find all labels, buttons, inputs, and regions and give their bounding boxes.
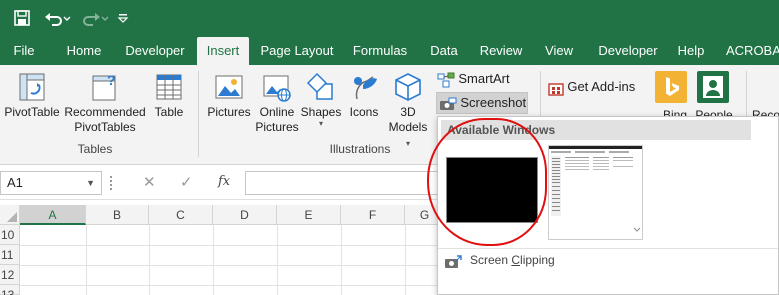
name-box-value: A1 xyxy=(7,175,23,190)
table-button[interactable]: Table xyxy=(148,71,190,120)
screen-clipping-option[interactable]: Screen Clipping xyxy=(438,248,778,274)
smartart-icon xyxy=(437,72,455,88)
row-header-10[interactable]: 10 xyxy=(0,225,20,245)
group-separator xyxy=(198,71,199,157)
recommended-pivottables-icon: ? xyxy=(92,72,116,101)
recommended-line1: Recommended xyxy=(64,105,146,119)
tab-help[interactable]: Help xyxy=(674,37,708,65)
insert-function-icon[interactable]: fx xyxy=(218,174,230,189)
row-header-12[interactable]: 12 xyxy=(0,265,20,285)
name-box-dropdown-icon[interactable]: ▼ xyxy=(86,172,95,194)
icons-label: Icons xyxy=(349,105,379,119)
column-header-d[interactable]: D xyxy=(213,205,277,225)
pictures-button[interactable]: Pictures xyxy=(204,71,254,120)
shapes-label: Shapes xyxy=(300,105,342,119)
pivottable-button[interactable]: PivotTable xyxy=(2,71,62,120)
redo-icon xyxy=(80,8,110,28)
get-addins-label: Get Add-ins xyxy=(567,79,636,94)
tab-view[interactable]: View xyxy=(540,37,578,65)
tab-acrobat[interactable]: ACROBAT xyxy=(726,37,779,65)
row-header-11[interactable]: 11 xyxy=(0,245,20,265)
tab-insert[interactable]: Insert xyxy=(197,37,249,65)
shapes-dropdown-icon: ▾ xyxy=(318,119,323,128)
3d-cube-icon xyxy=(395,73,421,101)
screenshot-dropdown-menu: Available Windows Screen Clipping xyxy=(437,116,779,295)
formula-bar-grip[interactable] xyxy=(110,176,114,190)
quick-access-toolbar xyxy=(0,0,779,37)
shapes-icon xyxy=(306,72,333,100)
online-pictures-icon xyxy=(263,75,291,102)
grid-line xyxy=(86,225,87,295)
tab-data[interactable]: Data xyxy=(425,37,463,65)
shapes-button[interactable]: Shapes ▾ xyxy=(300,71,342,128)
window-thumbnail-1[interactable] xyxy=(446,157,538,223)
pivottable-icon xyxy=(19,73,45,101)
get-addins-button[interactable]: Get Add-ins xyxy=(548,79,648,99)
customize-qat-icon[interactable] xyxy=(116,8,130,28)
table-icon xyxy=(156,74,182,100)
screenshot-label: Screenshot xyxy=(460,95,527,110)
screen-clipping-label: Screen Clipping xyxy=(470,253,555,267)
pictures-icon xyxy=(215,75,243,99)
available-windows-header: Available Windows xyxy=(441,120,751,140)
models-line1: 3D xyxy=(400,105,416,119)
grid-line xyxy=(341,225,342,295)
illustrations-group-label: Illustrations xyxy=(329,142,391,156)
svg-text:?: ? xyxy=(107,72,116,88)
tables-group-label: Tables xyxy=(77,142,113,156)
grid-line xyxy=(405,225,406,295)
grid-line xyxy=(277,225,278,295)
tab-developer[interactable]: Developer xyxy=(120,37,190,65)
online-line2: Pictures xyxy=(255,120,299,134)
grid-line xyxy=(213,225,214,295)
smartart-button[interactable]: SmartArt xyxy=(437,71,527,91)
models-line2: Models xyxy=(388,120,428,134)
table-label: Table xyxy=(154,105,184,119)
grid-line xyxy=(149,225,150,295)
online-line1: Online xyxy=(259,105,295,119)
bing-button[interactable] xyxy=(655,71,687,103)
screen-clipping-icon xyxy=(445,255,462,268)
icons-button[interactable]: Icons xyxy=(344,71,384,120)
3d-models-button[interactable]: 3D Models ▾ xyxy=(386,71,430,151)
people-button[interactable] xyxy=(697,71,729,103)
people-icon xyxy=(703,76,723,98)
tab-review[interactable]: Review xyxy=(476,37,526,65)
window-thumbnail-preview xyxy=(549,146,642,232)
icons-icon xyxy=(354,76,377,100)
online-pictures-button[interactable]: Online Pictures xyxy=(254,71,300,135)
grid-line xyxy=(20,285,440,286)
recommended-line2: PivotTables xyxy=(74,120,136,134)
cancel-icon[interactable]: ✕ xyxy=(143,173,156,191)
column-header-c[interactable]: C xyxy=(149,205,213,225)
tab-file[interactable]: File xyxy=(6,37,42,65)
window-thumbnail-2[interactable] xyxy=(548,145,643,240)
bing-icon xyxy=(666,77,679,96)
screenshot-camera-icon xyxy=(440,97,457,110)
pivottable-label: PivotTable xyxy=(4,105,60,119)
column-header-a[interactable]: A xyxy=(20,205,86,225)
name-box[interactable]: A1 ▼ xyxy=(0,171,102,195)
select-all-corner[interactable] xyxy=(0,205,20,225)
tab-developer-2[interactable]: Developer xyxy=(592,37,664,65)
undo-icon[interactable] xyxy=(43,8,73,28)
column-header-b[interactable]: B xyxy=(86,205,149,225)
column-header-e[interactable]: E xyxy=(277,205,341,225)
store-icon xyxy=(548,83,564,96)
grid-line xyxy=(20,265,440,266)
grid-line xyxy=(20,245,440,246)
pictures-label: Pictures xyxy=(207,105,251,119)
smartart-label: SmartArt xyxy=(458,71,510,86)
tab-page-layout[interactable]: Page Layout xyxy=(258,37,336,65)
ribbon-tabs: File Home Developer Insert Page Layout F… xyxy=(0,37,779,65)
column-header-f[interactable]: F xyxy=(341,205,405,225)
row-header-13[interactable]: 13 xyxy=(0,285,20,295)
tab-home[interactable]: Home xyxy=(60,37,108,65)
save-icon[interactable] xyxy=(12,8,32,28)
enter-icon[interactable]: ✓ xyxy=(180,173,193,191)
tab-formulas[interactable]: Formulas xyxy=(348,37,412,65)
screenshot-button[interactable]: Screenshot ▾ xyxy=(436,92,528,129)
recommended-pivottables-button[interactable]: ? Recommended PivotTables xyxy=(64,71,146,135)
